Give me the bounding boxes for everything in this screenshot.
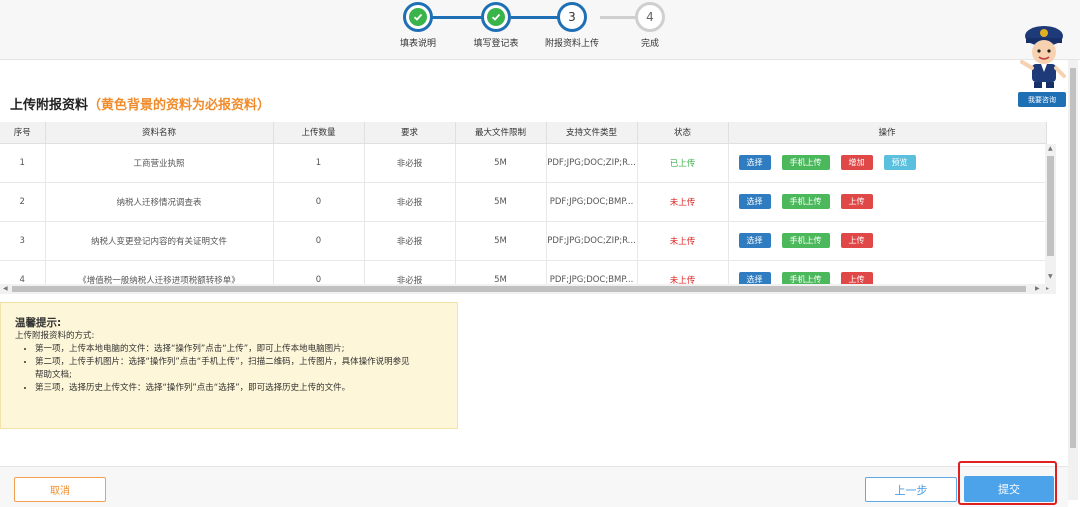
scroll-right-icon[interactable]: ▶ (1035, 286, 1040, 292)
cell-ops: 选择 手机上传 增加 预览 (728, 143, 1047, 183)
submit-button[interactable]: 提交 (964, 476, 1054, 502)
cell-name: 工商营业执照 (45, 143, 274, 183)
tips-intro: 上传附报资料的方式: (15, 331, 95, 341)
scroll-up-icon[interactable]: ▲ (1048, 146, 1053, 152)
cell-name: 纳税人迁移情况调查表 (45, 182, 274, 222)
cell-status: 已上传 (637, 143, 729, 183)
table-header-row: 序号 资料名称 上传数量 要求 最大文件限制 支持文件类型 状态 操作 (0, 122, 1047, 144)
col-header: 序号 (0, 122, 46, 144)
page-title: 上传附报资料（黄色背景的资料为必报资料） (10, 94, 270, 113)
table-horizontal-scrollbar[interactable]: ◀ ▶ ▸ (0, 284, 1056, 294)
cell-status: 未上传 (637, 182, 729, 222)
cell-name: 纳税人变更登记内容的有关证明文件 (45, 221, 274, 261)
step-4-label: 完成 (640, 39, 660, 49)
consult-button[interactable]: 我要咨询 (1018, 92, 1066, 107)
tips-list: 第一项，上传本地电脑的文件：选择“操作列”点击“上传”，即可上传本地电脑图片; … (35, 343, 443, 395)
attachments-table: 序号 资料名称 上传数量 要求 最大文件限制 支持文件类型 状态 操作 1 工商… (0, 122, 1056, 294)
cell-max-size: 5M (455, 221, 547, 261)
page-title-text: 上传附报资料 (10, 98, 89, 113)
table-row: 1 工商营业执照 1 非必报 5M PDF;JPG;DOC;ZIP;R... 已… (0, 143, 1047, 183)
cell-count: 1 (273, 143, 365, 183)
step-2-circle (481, 2, 511, 32)
select-button[interactable]: 选择 (738, 233, 771, 248)
mobile-upload-button[interactable]: 手机上传 (781, 233, 830, 248)
tips-title: 温馨提示: (15, 317, 62, 329)
preview-button[interactable]: 预览 (883, 155, 916, 170)
upload-button[interactable]: 上传 (840, 233, 873, 248)
col-header: 状态 (637, 122, 729, 144)
tips-item: 第二项，上传手机图片：选择“操作列”点击“手机上传”，扫描二维码，上传图片，具体… (35, 356, 443, 382)
cell-requirement: 非必报 (364, 143, 456, 183)
mobile-upload-button[interactable]: 手机上传 (781, 194, 830, 209)
step-connector (600, 16, 636, 19)
page-scrollbar[interactable] (1068, 60, 1078, 500)
cell-index: 1 (0, 143, 46, 183)
select-button[interactable]: 选择 (738, 194, 771, 209)
cell-types: PDF;JPG;DOC;ZIP;R... (546, 143, 638, 183)
check-icon (409, 8, 427, 26)
step-progress: 3 4 填表说明 填写登记表 附报资料上传 完成 (380, 0, 680, 60)
scroll-right-end-icon[interactable]: ▸ (1046, 286, 1049, 292)
cell-ops: 选择 手机上传 上传 (728, 182, 1047, 222)
step-4-circle: 4 (635, 2, 665, 32)
upload-button[interactable]: 上传 (840, 194, 873, 209)
step-3-circle: 3 (557, 2, 587, 32)
cell-count: 0 (273, 182, 365, 222)
scroll-left-icon[interactable]: ◀ (3, 286, 8, 292)
step-2-label: 填写登记表 (473, 39, 519, 49)
cell-index: 2 (0, 182, 46, 222)
col-header: 要求 (364, 122, 456, 144)
select-button[interactable]: 选择 (738, 155, 771, 170)
scroll-down-icon[interactable]: ▼ (1048, 274, 1053, 280)
cell-index: 3 (0, 221, 46, 261)
col-header: 操作 (728, 122, 1047, 144)
mobile-upload-button[interactable]: 手机上传 (781, 155, 830, 170)
add-button[interactable]: 增加 (840, 155, 873, 170)
table-row: 2 纳税人迁移情况调查表 0 非必报 5M PDF;JPG;DOC;BMP...… (0, 182, 1047, 222)
scrollbar-thumb[interactable] (1047, 156, 1054, 256)
cell-max-size: 5M (455, 143, 547, 183)
previous-step-button[interactable]: 上一步 (865, 477, 957, 502)
scrollbar-thumb[interactable] (12, 286, 1026, 292)
step-1-label: 填表说明 (399, 39, 437, 49)
cell-requirement: 非必报 (364, 221, 456, 261)
check-icon (487, 8, 505, 26)
col-header: 上传数量 (273, 122, 365, 144)
cell-types: PDF;JPG;DOC;ZIP;R... (546, 221, 638, 261)
cell-max-size: 5M (455, 182, 547, 222)
table-vertical-scrollbar[interactable]: ▲ ▼ (1045, 144, 1056, 284)
tips-item: 第一项，上传本地电脑的文件：选择“操作列”点击“上传”，即可上传本地电脑图片; (35, 343, 443, 356)
scrollbar-thumb[interactable] (1070, 68, 1076, 448)
cell-requirement: 非必报 (364, 182, 456, 222)
assistant-mascot[interactable] (1014, 22, 1074, 90)
step-1-circle (403, 2, 433, 32)
tips-item: 第三项，选择历史上传文件：选择“操作列”点击“选择”，即可选择历史上传的文件。 (35, 382, 443, 395)
required-hint: （黄色背景的资料为必报资料） (88, 98, 271, 113)
cell-types: PDF;JPG;DOC;BMP... (546, 182, 638, 222)
col-header: 支持文件类型 (546, 122, 638, 144)
cancel-button[interactable]: 取消 (14, 477, 106, 502)
table-row: 3 纳税人变更登记内容的有关证明文件 0 非必报 5M PDF;JPG;DOC;… (0, 221, 1047, 261)
cell-status: 未上传 (637, 221, 729, 261)
cell-ops: 选择 手机上传 上传 (728, 221, 1047, 261)
col-header: 资料名称 (45, 122, 274, 144)
col-header: 最大文件限制 (455, 122, 547, 144)
step-3-label: 附报资料上传 (544, 39, 600, 49)
tips-box: 温馨提示: 上传附报资料的方式: 第一项，上传本地电脑的文件：选择“操作列”点击… (0, 302, 458, 429)
cell-count: 0 (273, 221, 365, 261)
